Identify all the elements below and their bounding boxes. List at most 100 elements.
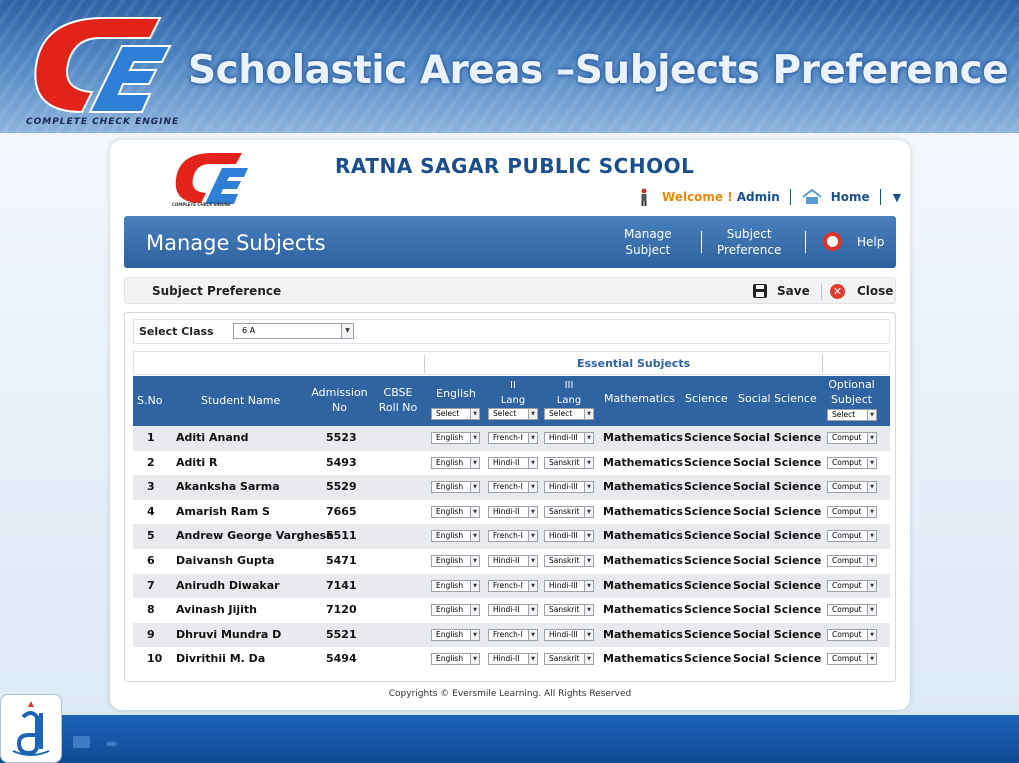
cell-admission-no: 7665 [326, 504, 357, 518]
english-select[interactable]: English ▼ [431, 555, 480, 567]
english-header-select[interactable]: Select ▼ [431, 408, 480, 420]
close-button[interactable]: ✕ Close [830, 281, 893, 301]
optional-subject-select[interactable]: Comput ▼ [827, 505, 877, 518]
cell-sno: 4 [147, 504, 155, 518]
english-select[interactable]: English ▼ [431, 628, 480, 641]
ii-lang-select[interactable]: French-I ▼ [488, 530, 538, 543]
subject-preference-link[interactable]: Subject Preference [717, 226, 781, 258]
help-link[interactable]: Help [857, 235, 884, 249]
english-select[interactable]: English ▼ [431, 432, 480, 444]
iii-lang-select[interactable]: Hindi-III ▼ [544, 432, 594, 444]
slide-menu-icon[interactable] [73, 736, 90, 748]
iii-lang-select[interactable]: Sanskrit ▼ [544, 456, 594, 469]
chevron-down-icon: ▼ [584, 654, 593, 665]
col-ii-lang: II Lang [500, 380, 526, 406]
cell-sno: 2 [147, 455, 155, 469]
ii-lang-select[interactable]: French-I ▼ [488, 481, 538, 494]
cell-sno: 3 [147, 480, 155, 494]
english-select[interactable]: English ▼ [431, 481, 480, 494]
cell-sno: 6 [147, 554, 155, 567]
ii-lang-select[interactable]: French-I ▼ [488, 432, 538, 444]
essential-subjects-row: Essential Subjects [133, 351, 890, 375]
manage-subject-link[interactable]: Manage Subject [624, 226, 672, 258]
ii-lang-select[interactable]: Hindi-II ▼ [488, 456, 538, 469]
chevron-down-icon: ▼ [470, 580, 479, 591]
slide-footer-bar [0, 715, 1019, 763]
iii-lang-select[interactable]: Hindi-III ▼ [544, 530, 594, 543]
optional-subject-select[interactable]: Comput ▼ [827, 530, 877, 543]
cell-mathematics: Mathematics [603, 578, 683, 592]
ii-lang-select[interactable]: French-I ▼ [488, 628, 538, 641]
chevron-down-icon: ▼ [528, 654, 537, 665]
save-button[interactable]: Save [753, 281, 810, 301]
chevron-down-icon: ▼ [470, 654, 479, 665]
chevron-down-icon: ▼ [470, 531, 479, 542]
cell-mathematics: Mathematics [603, 603, 683, 617]
cell-science: Science [684, 529, 732, 543]
module-title: Manage Subjects [146, 231, 326, 255]
home-link[interactable]: Home [831, 190, 870, 204]
english-select[interactable]: English ▼ [431, 653, 480, 666]
class-select[interactable]: 6 A ▼ [233, 323, 354, 339]
cell-sno: 7 [147, 578, 155, 592]
optional-subject-select[interactable]: Comput ▼ [827, 628, 877, 641]
iii-lang-select[interactable]: Hindi-III ▼ [544, 628, 594, 641]
optional-header-select[interactable]: Select ▼ [827, 409, 877, 421]
iii-lang-select[interactable]: Sanskrit ▼ [544, 604, 594, 617]
grid-header: S.No Student Name Admission No CBSE Roll… [133, 376, 890, 426]
chevron-down-icon: ▼ [528, 433, 537, 443]
optional-subject-select[interactable]: Comput ▼ [827, 653, 877, 666]
optional-subject-select[interactable]: Comput ▼ [827, 432, 877, 444]
cell-admission-no: 5521 [326, 627, 357, 641]
table-row: 2 Aditi R 5493 English ▼ Hindi-II ▼ Sanskrit ▼ Ma… [133, 450, 890, 476]
slide-next-arrow-icon[interactable]: ➨ [106, 734, 119, 753]
english-select[interactable]: English ▼ [431, 505, 480, 518]
table-row: 5 Andrew George Varghese 5511 English ▼ Frenc… [133, 524, 890, 549]
col-optional-subject: Optional Subject [828, 378, 875, 406]
col-mathematics: Mathematics [604, 392, 675, 405]
english-select[interactable]: English ▼ [431, 456, 480, 469]
optional-subject-select[interactable]: Comput ▼ [827, 604, 877, 617]
ii-lang-select[interactable]: Hindi-II ▼ [488, 555, 538, 567]
cell-science: Science [684, 652, 732, 666]
cell-social-science: Social Science [733, 603, 822, 617]
optional-subject-select[interactable]: Comput ▼ [827, 555, 877, 567]
copyright-text: Copyrights © Eversmile Learning. All Rig… [388, 689, 632, 699]
iii-lang-select[interactable]: Sanskrit ▼ [544, 653, 594, 666]
chevron-down-icon[interactable]: ▼ [893, 191, 901, 204]
cell-science: Science [684, 627, 732, 641]
cell-student-name: Daivansh Gupta [176, 554, 275, 567]
ii-lang-select[interactable]: Hindi-II ▼ [488, 604, 538, 617]
ii-lang-select[interactable]: French-I ▼ [488, 579, 538, 592]
cell-social-science: Social Science [733, 554, 822, 567]
chevron-down-icon: ▼ [528, 629, 537, 640]
cell-student-name: Akanksha Sarma [176, 480, 280, 494]
english-select[interactable]: English ▼ [431, 604, 480, 617]
optional-subject-select[interactable]: Comput ▼ [827, 481, 877, 494]
iii-lang-select[interactable]: Hindi-III ▼ [544, 579, 594, 592]
col-admission-no: Admission No [311, 386, 368, 414]
ii-lang-select[interactable]: Hindi-II ▼ [488, 505, 538, 518]
cell-admission-no: 5494 [326, 652, 357, 666]
iii-lang-select[interactable]: Sanskrit ▼ [544, 555, 594, 567]
ii-lang-select[interactable]: Hindi-II ▼ [488, 653, 538, 666]
optional-subject-select[interactable]: Comput ▼ [827, 456, 877, 469]
cell-science: Science [684, 504, 732, 518]
chevron-down-icon: ▼ [470, 482, 479, 493]
admin-user-link[interactable]: Admin [737, 190, 780, 204]
home-icon[interactable] [801, 189, 823, 205]
chevron-down-icon: ▼ [867, 482, 876, 493]
table-row: 1 Aditi Anand 5523 English ▼ French-I ▼ Hindi-I… [133, 426, 890, 451]
chevron-down-icon: ▼ [867, 556, 876, 566]
english-select[interactable]: English ▼ [431, 530, 480, 543]
iii-lang-select[interactable]: Sanskrit ▼ [544, 505, 594, 518]
table-row: 8 Avinash Jijith 7120 English ▼ Hindi-II ▼ Sans… [133, 598, 890, 623]
ii-lang-header-select[interactable]: Select ▼ [488, 408, 538, 420]
iii-lang-header-select[interactable]: Select ▼ [544, 408, 594, 420]
optional-subject-select[interactable]: Comput ▼ [827, 579, 877, 592]
iii-lang-select[interactable]: Hindi-III ▼ [544, 481, 594, 494]
english-select[interactable]: English ▼ [431, 579, 480, 592]
help-lifebuoy-icon[interactable] [823, 232, 842, 251]
slide-logo-text: COMPLETE CHECK ENGINE [26, 117, 180, 127]
cell-student-name: Amarish Ram S [176, 504, 270, 518]
